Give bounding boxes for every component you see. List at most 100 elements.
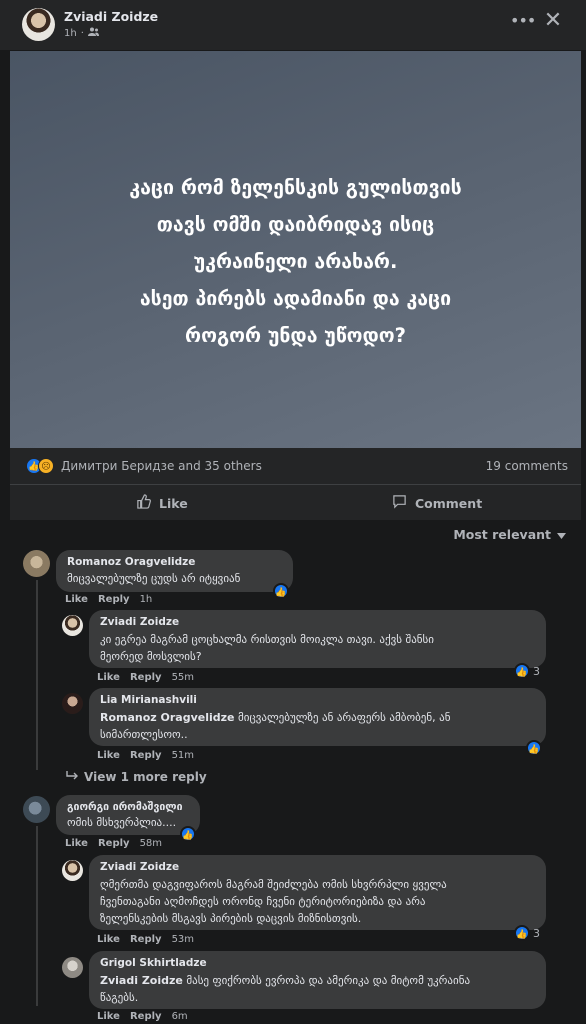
comment-text: სიმართლესოო..: [100, 728, 188, 741]
comment-like-button[interactable]: Like: [65, 838, 88, 849]
avatar[interactable]: [62, 860, 83, 881]
comment-reply-button[interactable]: Reply: [130, 750, 162, 761]
reaction-icons: 👍 ☹: [26, 458, 58, 474]
like-reaction-icon: 👍: [180, 826, 196, 842]
comments-count[interactable]: 19 comments: [486, 459, 568, 473]
comment-author[interactable]: Zviadi Zoidze: [100, 616, 179, 628]
like-reaction-icon: 👍: [514, 663, 530, 679]
comment-bubble: Lia Mirianashvili Romanoz Oragvelidze მი…: [89, 688, 546, 746]
comment-bubble: Zviadi Zoidze კი ეგრეა მაგრამ ცოცხალმა რ…: [89, 610, 546, 668]
comment-author[interactable]: Zviadi Zoidze: [100, 861, 179, 873]
post-text-card[interactable]: კაცი რომ ზელენსკის გულისთვის თავს ომში დ…: [10, 51, 581, 448]
post-text: კაცი რომ ზელენსკის გულისთვის თავს ომში დ…: [129, 176, 462, 347]
comment-text: Zviadi Zoidze მასე ფიქრობს ევროპა და ამე…: [100, 972, 470, 989]
comment-author[interactable]: Grigol Skhirtladze: [100, 957, 207, 969]
comment-time[interactable]: 6m: [172, 1011, 188, 1022]
comment-reply-button[interactable]: Reply: [98, 594, 130, 605]
post-actions: Like Comment: [10, 484, 581, 520]
thread-line: [36, 580, 38, 770]
comment-time[interactable]: 53m: [172, 934, 194, 945]
comment-text: ღმერთმა დაგვიფაროს მაგრამ შეიძლება ომის …: [100, 878, 447, 891]
mention-tag[interactable]: Zviadi Zoidze: [100, 974, 183, 987]
comment-label: Comment: [415, 495, 483, 511]
like-reaction-icon: 👍: [273, 583, 289, 599]
thumbs-up-icon: [136, 494, 151, 512]
view-more-label: View 1 more reply: [84, 770, 207, 784]
like-label: Like: [159, 495, 188, 511]
comment-bubble: Romanoz Oragvelidze მიცვალებულზე ცუდს არ…: [56, 550, 293, 592]
comment-reactions[interactable]: 👍: [526, 740, 542, 756]
comment-reactions[interactable]: 👍: [180, 826, 196, 842]
comment-like-button[interactable]: Like: [97, 1011, 120, 1022]
comment-actions: Like Reply 1h: [65, 594, 152, 605]
avatar[interactable]: [23, 796, 50, 823]
comment-actions: Like Reply 58m: [65, 838, 162, 849]
comment-reply-button[interactable]: Reply: [130, 1011, 162, 1022]
comment-text: ჩვენთაგანი აღმოჩდეს ორონდ ჩვენი ტერიტორი…: [100, 895, 426, 908]
comment-button[interactable]: Comment: [392, 485, 482, 521]
comment-bubble: გიორგი ირომაშვილი ომის მსხვერპლია....: [56, 795, 200, 835]
avatar[interactable]: [23, 550, 50, 577]
comment-reply-button[interactable]: Reply: [130, 672, 162, 683]
view-more-replies[interactable]: View 1 more reply: [66, 770, 207, 784]
comment-reactions[interactable]: 👍 3: [514, 663, 540, 679]
comment-text: ზელენსკების მსგავს პირების დაცვის მიზნის…: [100, 912, 362, 925]
comment-text: ომის მსხვერპლია....: [67, 816, 177, 829]
comment-time[interactable]: 51m: [172, 750, 194, 761]
comment-actions: Like Reply 55m: [97, 672, 194, 683]
comment-text: მეორედ მოსვლის?: [100, 650, 202, 663]
comment-reply-button[interactable]: Reply: [98, 838, 130, 849]
comment-text-part: მიცვალებულზე ან არაფერს ამბობენ, ან: [234, 711, 451, 724]
post-meta: 1h ·: [64, 27, 99, 39]
comment-reply-button[interactable]: Reply: [130, 934, 162, 945]
like-reaction-icon: 👍: [526, 740, 542, 756]
comment-text-part: მასე ფიქრობს ევროპა და ამერიკა და მიტომ …: [182, 974, 471, 987]
sort-label: Most relevant: [453, 527, 551, 542]
reactions-summary[interactable]: 👍 ☹ Димитри Беридзе and 35 others 19 com…: [10, 448, 581, 484]
comment-like-button[interactable]: Like: [65, 594, 88, 605]
comment-reactions[interactable]: 👍: [273, 583, 289, 599]
comment-icon: [392, 494, 407, 512]
reactions-text[interactable]: Димитри Беридзе and 35 others: [61, 459, 262, 473]
comment-time[interactable]: 1h: [140, 594, 153, 605]
chevron-down-icon: [557, 527, 566, 542]
comment-author[interactable]: გიორგი ირომაშვილი: [67, 801, 182, 813]
more-options-icon[interactable]: •••: [510, 12, 536, 34]
dot-separator: ·: [80, 27, 84, 39]
reply-arrow-icon: [66, 770, 78, 784]
thread-line: [36, 826, 38, 1006]
sort-dropdown[interactable]: Most relevant: [453, 527, 566, 542]
post-time[interactable]: 1h: [64, 28, 77, 39]
comment-like-button[interactable]: Like: [97, 750, 120, 761]
comment-text: წაგებს.: [100, 991, 139, 1004]
avatar[interactable]: [62, 957, 83, 978]
like-reaction-icon: 👍: [514, 925, 530, 941]
avatar[interactable]: [62, 615, 83, 636]
friends-icon[interactable]: [87, 27, 99, 39]
comment-like-button[interactable]: Like: [97, 934, 120, 945]
like-button[interactable]: Like: [136, 485, 188, 521]
comment-text: Romanoz Oragvelidze მიცვალებულზე ან არაფ…: [100, 709, 450, 726]
comment-reactions[interactable]: 👍 3: [514, 925, 540, 941]
comment-time[interactable]: 55m: [172, 672, 194, 683]
comment-like-button[interactable]: Like: [97, 672, 120, 683]
comment-actions: Like Reply 53m: [97, 934, 194, 945]
reaction-count: 3: [533, 926, 540, 940]
author-avatar[interactable]: [22, 8, 55, 41]
sad-reaction-icon: ☹: [38, 458, 54, 474]
comment-text: კი ეგრეა მაგრამ ცოცხალმა რისთვის მოიკლა …: [100, 633, 434, 646]
comment-actions: Like Reply 6m: [97, 1011, 188, 1022]
comment-author[interactable]: Romanoz Oragvelidze: [67, 556, 195, 568]
comment-author[interactable]: Lia Mirianashvili: [100, 694, 197, 706]
comment-time[interactable]: 58m: [140, 838, 162, 849]
reaction-count: 3: [533, 664, 540, 678]
mention-tag[interactable]: Romanoz Oragvelidze: [100, 711, 235, 724]
comment-actions: Like Reply 51m: [97, 750, 194, 761]
comment-bubble: Grigol Skhirtladze Zviadi Zoidze მასე ფი…: [89, 951, 546, 1009]
comment-bubble: Zviadi Zoidze ღმერთმა დაგვიფაროს მაგრამ …: [89, 855, 546, 930]
post-header: Zviadi Zoidze 1h · ••• ✕: [0, 0, 586, 50]
close-icon[interactable]: ✕: [541, 10, 565, 34]
avatar[interactable]: [62, 693, 83, 714]
comment-text: მიცვალებულზე ცუდს არ იტყვიან: [67, 572, 241, 585]
author-name[interactable]: Zviadi Zoidze: [64, 9, 158, 24]
